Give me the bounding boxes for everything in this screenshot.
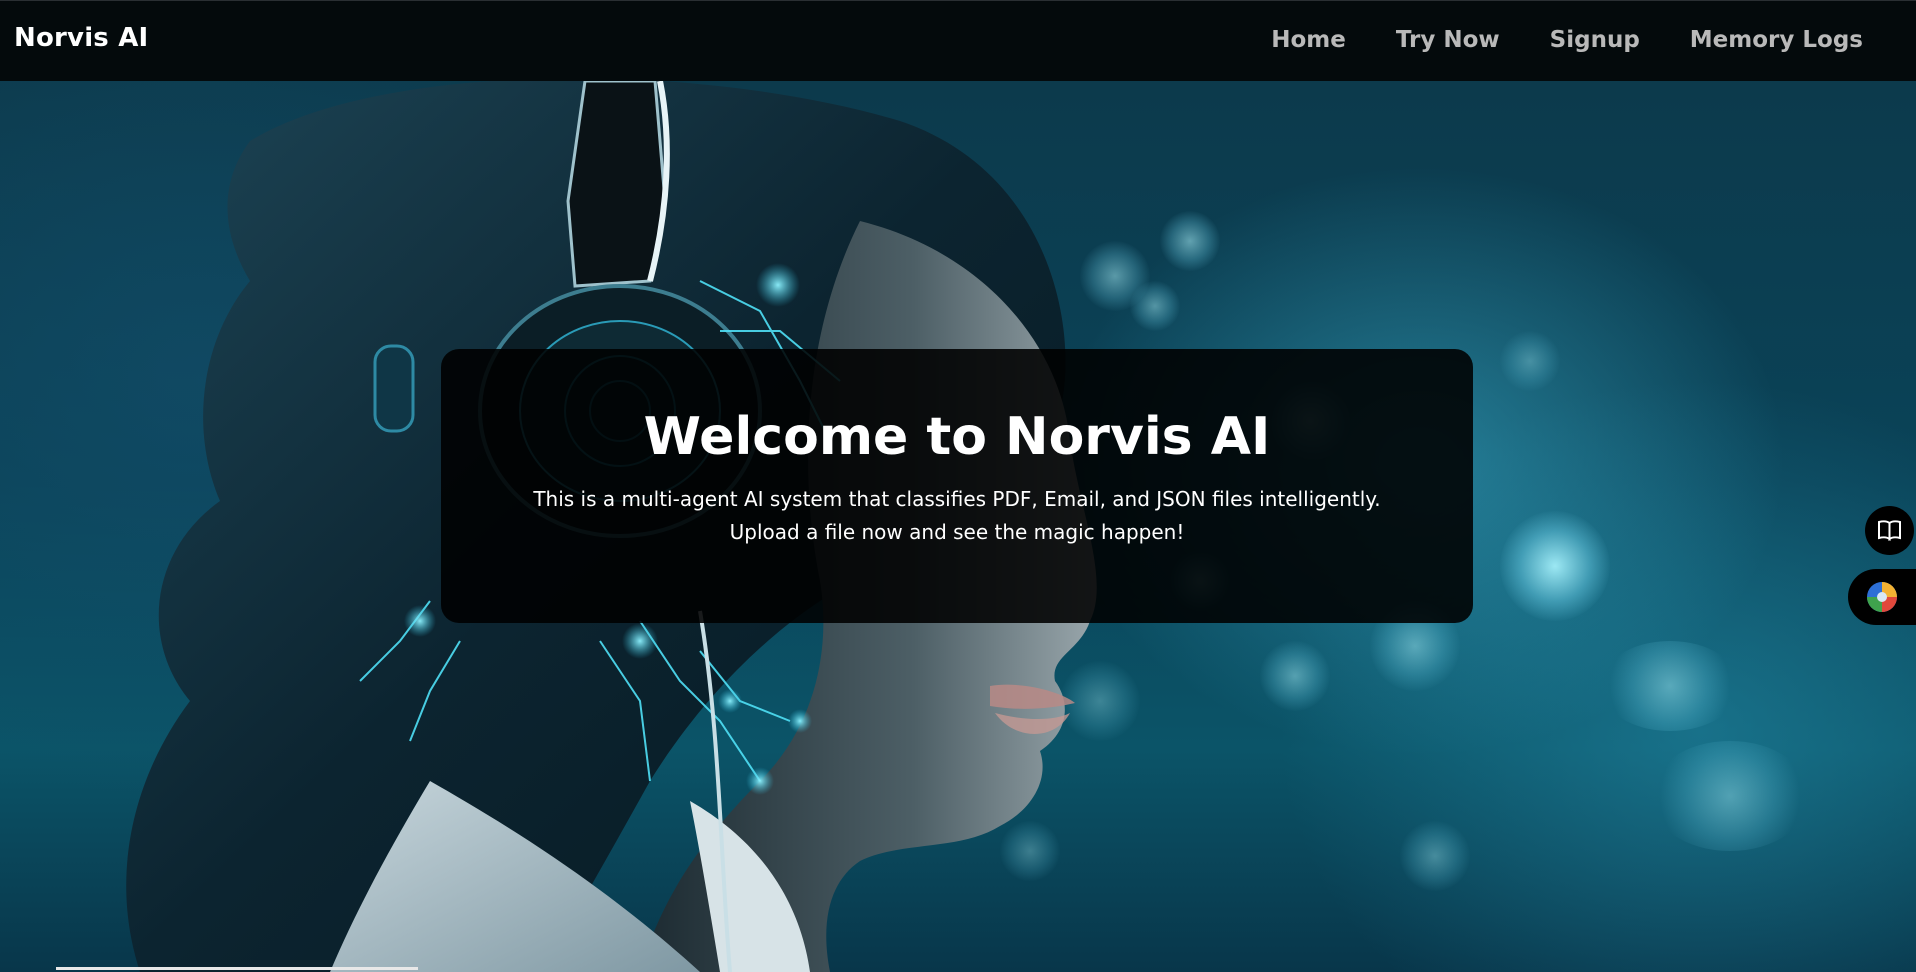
navbar: Norvis AI Home Try Now Signup Memory Log… — [0, 0, 1916, 81]
welcome-title: Welcome to Norvis AI — [643, 407, 1271, 467]
nav-signup[interactable]: Signup — [1550, 27, 1640, 53]
palette-icon — [1867, 582, 1897, 612]
scroll-indicator — [56, 967, 418, 970]
welcome-line-2: Upload a file now and see the magic happ… — [729, 520, 1185, 544]
page: Norvis AI Home Try Now Signup Memory Log… — [0, 0, 1916, 972]
brand-logo[interactable]: Norvis AI — [14, 23, 148, 53]
welcome-line-1: This is a multi-agent AI system that cla… — [533, 487, 1381, 511]
nav-memory-logs[interactable]: Memory Logs — [1690, 27, 1863, 53]
nav-home[interactable]: Home — [1271, 27, 1346, 53]
book-icon — [1878, 520, 1901, 542]
reader-button[interactable] — [1865, 506, 1914, 555]
nav-try-now[interactable]: Try Now — [1396, 27, 1500, 53]
welcome-description: This is a multi-agent AI system that cla… — [441, 483, 1473, 549]
nav-links: Home Try Now Signup Memory Logs — [1221, 27, 1863, 53]
welcome-card: Welcome to Norvis AI This is a multi-age… — [441, 349, 1473, 623]
theme-button[interactable] — [1848, 569, 1916, 625]
